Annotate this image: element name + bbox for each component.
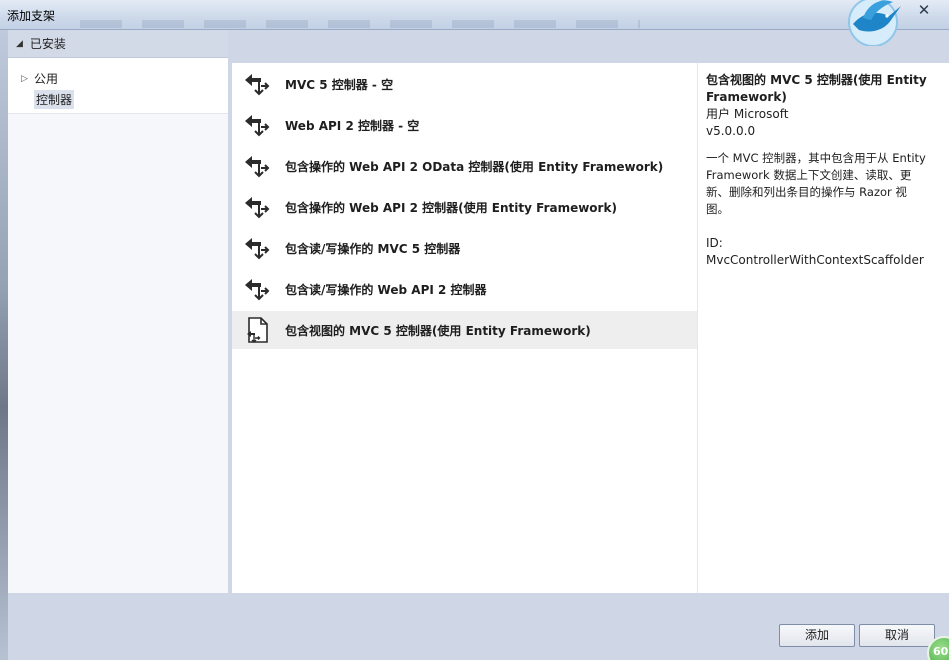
template-item-webapi2-odata-ef[interactable]: 包含操作的 Web API 2 OData 控制器(使用 Entity Fram…: [232, 147, 697, 185]
tree-header-installed[interactable]: ◢ 已安装: [8, 30, 228, 58]
template-label: 包含读/写操作的 MVC 5 控制器: [285, 241, 461, 256]
controller-icon: [245, 74, 270, 96]
close-icon: ✕: [917, 1, 931, 19]
tree-item-common[interactable]: ▷ 公用: [8, 68, 228, 89]
controller-icon: [245, 197, 270, 219]
hummingbird-logo-icon: [848, 0, 901, 46]
controller-icon: [245, 238, 270, 260]
template-label: 包含操作的 Web API 2 控制器(使用 Entity Framework): [285, 200, 617, 215]
details-title-cont: Framework): [706, 90, 787, 104]
details-description: 一个 MVC 控制器，其中包含用于从 Entity Framework 数据上下…: [706, 150, 941, 218]
tree-item-controllers[interactable]: 控制器: [8, 89, 228, 110]
tree-item-label: 公用: [34, 72, 59, 86]
description-line: 一个 MVC 控制器，其中包含用于从 Entity: [706, 151, 926, 165]
template-details-panel: 包含视图的 MVC 5 控制器(使用 Entity Framework) 用户 …: [697, 63, 949, 593]
template-label: 包含读/写操作的 Web API 2 控制器: [285, 282, 487, 297]
close-button[interactable]: ✕: [907, 1, 941, 19]
template-item-mvc5-readwrite[interactable]: 包含读/写操作的 MVC 5 控制器: [232, 229, 697, 267]
template-label: Web API 2 控制器 - 空: [285, 118, 420, 133]
template-label: 包含视图的 MVC 5 控制器(使用 Entity Framework): [285, 323, 591, 338]
category-tree-panel: ◢ 已安装 ▷ 公用 控制器: [8, 30, 228, 593]
details-title: 包含视图的 MVC 5 控制器(使用 Entity: [706, 73, 927, 87]
description-line: 图。: [706, 202, 729, 216]
description-line: Framework 数据上下文创建、读取、更: [706, 168, 912, 182]
description-line: 新、删除和列出条目的操作与 Razor 视: [706, 185, 907, 199]
template-item-webapi2-actions-ef[interactable]: 包含操作的 Web API 2 控制器(使用 Entity Framework): [232, 188, 697, 226]
tree-items: ▷ 公用 控制器: [8, 58, 228, 114]
controller-icon: [245, 156, 270, 178]
template-item-mvc5-empty[interactable]: MVC 5 控制器 - 空: [232, 65, 697, 103]
template-label: 包含操作的 Web API 2 OData 控制器(使用 Entity Fram…: [285, 159, 664, 174]
template-item-webapi2-empty[interactable]: Web API 2 控制器 - 空: [232, 106, 697, 144]
view-controller-icon: [247, 317, 268, 343]
details-version: v5.0.0.0: [706, 124, 756, 138]
dialog-footer: 添加 取消 60: [8, 593, 949, 660]
template-list: MVC 5 控制器 - 空 Web API 2 控制器 - 空 包含操作的 We…: [232, 63, 697, 593]
background-menu-blur: [80, 20, 640, 28]
details-id: ID: MvcControllerWithContextScaffolder: [706, 236, 924, 267]
template-item-webapi2-readwrite[interactable]: 包含读/写操作的 Web API 2 控制器: [232, 270, 697, 308]
add-button[interactable]: 添加: [779, 624, 855, 647]
template-item-mvc5-views-ef[interactable]: 包含视图的 MVC 5 控制器(使用 Entity Framework): [232, 311, 697, 349]
expand-triangle-icon: ▷: [21, 73, 28, 84]
controller-icon: [245, 279, 270, 301]
desktop-background: [0, 30, 8, 660]
title-bar: 添加支架 ✕: [0, 0, 949, 46]
tree-item-label: 控制器: [34, 90, 75, 109]
tree-header-label: 已安装: [29, 37, 66, 51]
collapse-triangle-icon: ◢: [16, 38, 23, 49]
details-author: 用户 Microsoft: [706, 107, 789, 121]
cancel-button[interactable]: 取消: [859, 624, 935, 647]
controller-icon: [245, 115, 270, 137]
template-label: MVC 5 控制器 - 空: [285, 77, 394, 92]
window-title: 添加支架: [7, 9, 56, 23]
